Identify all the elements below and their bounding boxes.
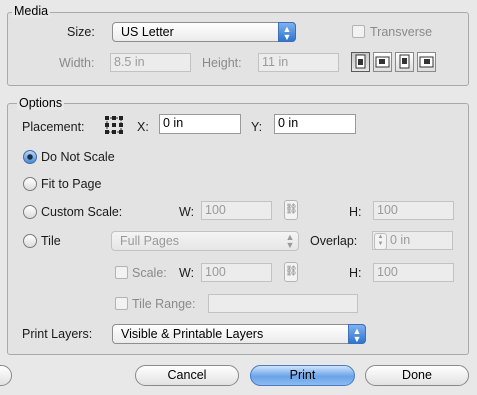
tile-range-field[interactable]: [208, 294, 358, 313]
height-field[interactable]: 11 in: [258, 53, 339, 72]
print-layers-label: Print Layers:: [22, 327, 93, 341]
print-layers-value: Visible & Printable Layers: [121, 327, 264, 341]
custom-h-field[interactable]: 100: [373, 201, 454, 220]
tile-label: Tile: [41, 234, 61, 248]
popup-arrows-icon: ▲ ▼: [348, 324, 366, 344]
print-button[interactable]: Print: [250, 365, 355, 386]
tile-mode-value: Full Pages: [120, 234, 180, 248]
custom-constrain-link-icon[interactable]: ⛓: [284, 200, 298, 220]
tile-range-checkbox[interactable]: [115, 297, 128, 310]
scale-h-field[interactable]: 100: [373, 263, 454, 282]
scale-h-label: H:: [349, 266, 362, 280]
scale-label: Scale:: [132, 266, 167, 280]
popup-arrows-icon: ▲ ▼: [278, 22, 296, 42]
y-label: Y:: [251, 120, 263, 134]
media-group-title: Media: [12, 4, 51, 18]
custom-h-label: H:: [349, 205, 362, 219]
width-field[interactable]: 8.5 in: [110, 53, 191, 72]
y-field[interactable]: 0 in: [274, 114, 356, 134]
placement-grid-icon[interactable]: [104, 115, 124, 135]
size-popup-value: US Letter: [121, 25, 174, 39]
overlap-label: Overlap:: [310, 234, 358, 248]
overlap-value: 0 in: [390, 233, 411, 247]
portrait-flipped-icon[interactable]: [395, 52, 414, 72]
width-label: Width:: [59, 56, 95, 70]
custom-scale-radio[interactable]: [23, 205, 37, 219]
options-group-title: Options: [17, 96, 65, 110]
portrait-icon[interactable]: [351, 52, 370, 72]
scale-checkbox[interactable]: [115, 266, 128, 279]
scale-constrain-link-icon[interactable]: ⛓: [284, 262, 298, 282]
custom-w-label: W:: [179, 205, 195, 219]
scale-w-field[interactable]: 100: [201, 263, 272, 282]
landscape-icon[interactable]: [373, 52, 392, 72]
landscape-flipped-icon[interactable]: [417, 52, 436, 72]
tile-range-label: Tile Range:: [132, 297, 196, 311]
x-label: X:: [137, 120, 149, 134]
overlap-stepper-icon[interactable]: ▲ ▼: [374, 233, 387, 250]
transverse-checkbox[interactable]: [352, 25, 365, 38]
x-field[interactable]: 0 in: [159, 114, 241, 134]
scale-w-label: W:: [179, 266, 195, 280]
placement-label: Placement:: [22, 120, 85, 134]
size-popup[interactable]: US Letter ▲ ▼: [112, 22, 296, 42]
custom-w-field[interactable]: 100: [201, 201, 272, 220]
fit-to-page-label: Fit to Page: [41, 177, 102, 191]
popup-arrows-icon: ▲ ▼: [285, 232, 295, 250]
done-button[interactable]: Done: [365, 365, 469, 386]
size-label: Size:: [67, 25, 95, 39]
do-not-scale-label: Do Not Scale: [41, 150, 115, 164]
transverse-label: Transverse: [370, 25, 433, 39]
tile-mode-popup[interactable]: Full Pages ▲ ▼: [111, 231, 299, 251]
tile-radio[interactable]: [23, 234, 37, 248]
options-group: [7, 103, 469, 355]
height-label: Height:: [202, 56, 242, 70]
custom-scale-label: Custom Scale:: [41, 205, 123, 219]
do-not-scale-radio[interactable]: [23, 150, 37, 164]
fit-to-page-radio[interactable]: [23, 177, 37, 191]
partial-left-button[interactable]: [0, 365, 12, 386]
print-layers-popup[interactable]: Visible & Printable Layers ▲ ▼: [112, 324, 366, 344]
cancel-button[interactable]: Cancel: [135, 365, 239, 386]
